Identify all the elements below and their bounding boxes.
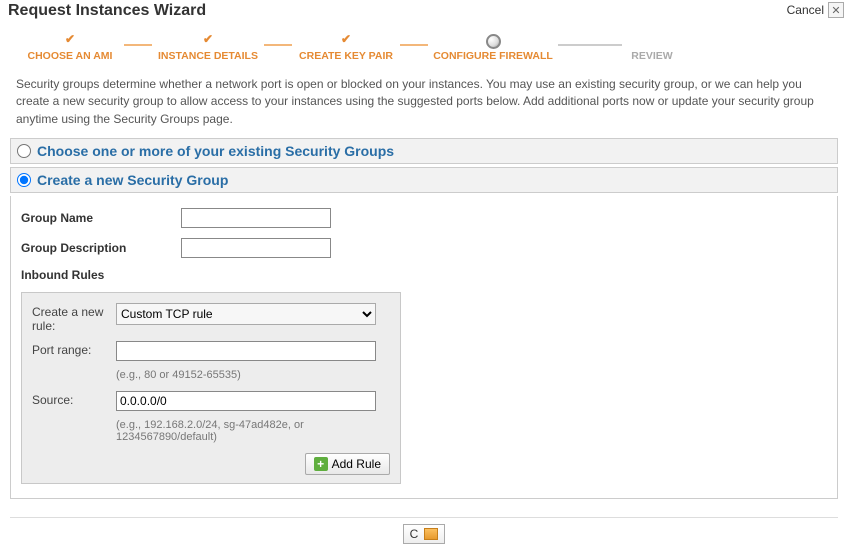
create-group-body: Group Name Group Description Inbound Rul… bbox=[10, 196, 838, 499]
new-rule-label: Create a new rule: bbox=[32, 303, 116, 333]
add-rule-label: Add Rule bbox=[332, 457, 381, 471]
step-separator bbox=[124, 44, 152, 46]
footer: C bbox=[10, 517, 838, 544]
current-step-knob-icon bbox=[486, 34, 501, 49]
rule-type-select[interactable]: Custom TCP rule bbox=[116, 303, 376, 325]
option-create-group[interactable]: Create a new Security Group bbox=[10, 167, 838, 193]
source-hint: (e.g., 192.168.2.0/24, sg-47ad482e, or 1… bbox=[116, 419, 390, 443]
step-separator bbox=[264, 44, 292, 46]
group-description-input[interactable] bbox=[181, 238, 331, 258]
continue-arrow-icon bbox=[424, 528, 438, 540]
option-existing-label: Choose one or more of your existing Secu… bbox=[37, 143, 394, 159]
inbound-rule-box: Create a new rule: Custom TCP rule Port … bbox=[21, 292, 401, 484]
add-rule-button[interactable]: + Add Rule bbox=[305, 453, 390, 475]
continue-button[interactable]: C bbox=[403, 524, 446, 544]
step-separator bbox=[400, 44, 428, 46]
check-icon: ✔ bbox=[16, 32, 124, 46]
group-name-input[interactable] bbox=[181, 208, 331, 228]
close-icon[interactable]: ✕ bbox=[828, 2, 844, 18]
wizard-steps: ✔ CHOOSE AN AMI ✔ INSTANCE DETAILS ✔ CRE… bbox=[8, 28, 840, 68]
source-label: Source: bbox=[32, 391, 116, 407]
plus-icon: + bbox=[314, 457, 328, 471]
step-label: CHOOSE AN AMI bbox=[16, 50, 124, 62]
step-review: ✔ REVIEW bbox=[622, 32, 682, 62]
step-label: CREATE KEY PAIR bbox=[292, 50, 400, 62]
option-create-label: Create a new Security Group bbox=[37, 172, 228, 188]
port-range-hint: (e.g., 80 or 49152-65535) bbox=[116, 369, 390, 381]
port-range-input[interactable] bbox=[116, 341, 376, 361]
wizard-title: Request Instances Wizard bbox=[8, 2, 206, 20]
check-icon: ✔ bbox=[292, 32, 400, 46]
step-label: INSTANCE DETAILS bbox=[152, 50, 264, 62]
step-instance-details: ✔ INSTANCE DETAILS bbox=[152, 32, 264, 62]
option-existing-group[interactable]: Choose one or more of your existing Secu… bbox=[10, 138, 838, 164]
step-separator bbox=[558, 44, 622, 46]
radio-existing[interactable] bbox=[17, 144, 31, 158]
check-icon: ✔ bbox=[152, 32, 264, 46]
step-label: CONFIGURE FIREWALL bbox=[428, 50, 558, 62]
port-range-label: Port range: bbox=[32, 341, 116, 357]
step-configure-firewall: CONFIGURE FIREWALL bbox=[428, 32, 558, 62]
source-input[interactable] bbox=[116, 391, 376, 411]
intro-text: Security groups determine whether a netw… bbox=[0, 76, 848, 138]
inbound-rules-title: Inbound Rules bbox=[21, 268, 827, 282]
step-choose-ami: ✔ CHOOSE AN AMI bbox=[16, 32, 124, 62]
step-label: REVIEW bbox=[622, 50, 682, 62]
group-description-label: Group Description bbox=[21, 241, 181, 255]
step-create-key-pair: ✔ CREATE KEY PAIR bbox=[292, 32, 400, 62]
cancel-link[interactable]: Cancel bbox=[787, 3, 824, 17]
continue-label-partial: C bbox=[410, 527, 419, 541]
radio-create[interactable] bbox=[17, 173, 31, 187]
group-name-label: Group Name bbox=[21, 211, 181, 225]
